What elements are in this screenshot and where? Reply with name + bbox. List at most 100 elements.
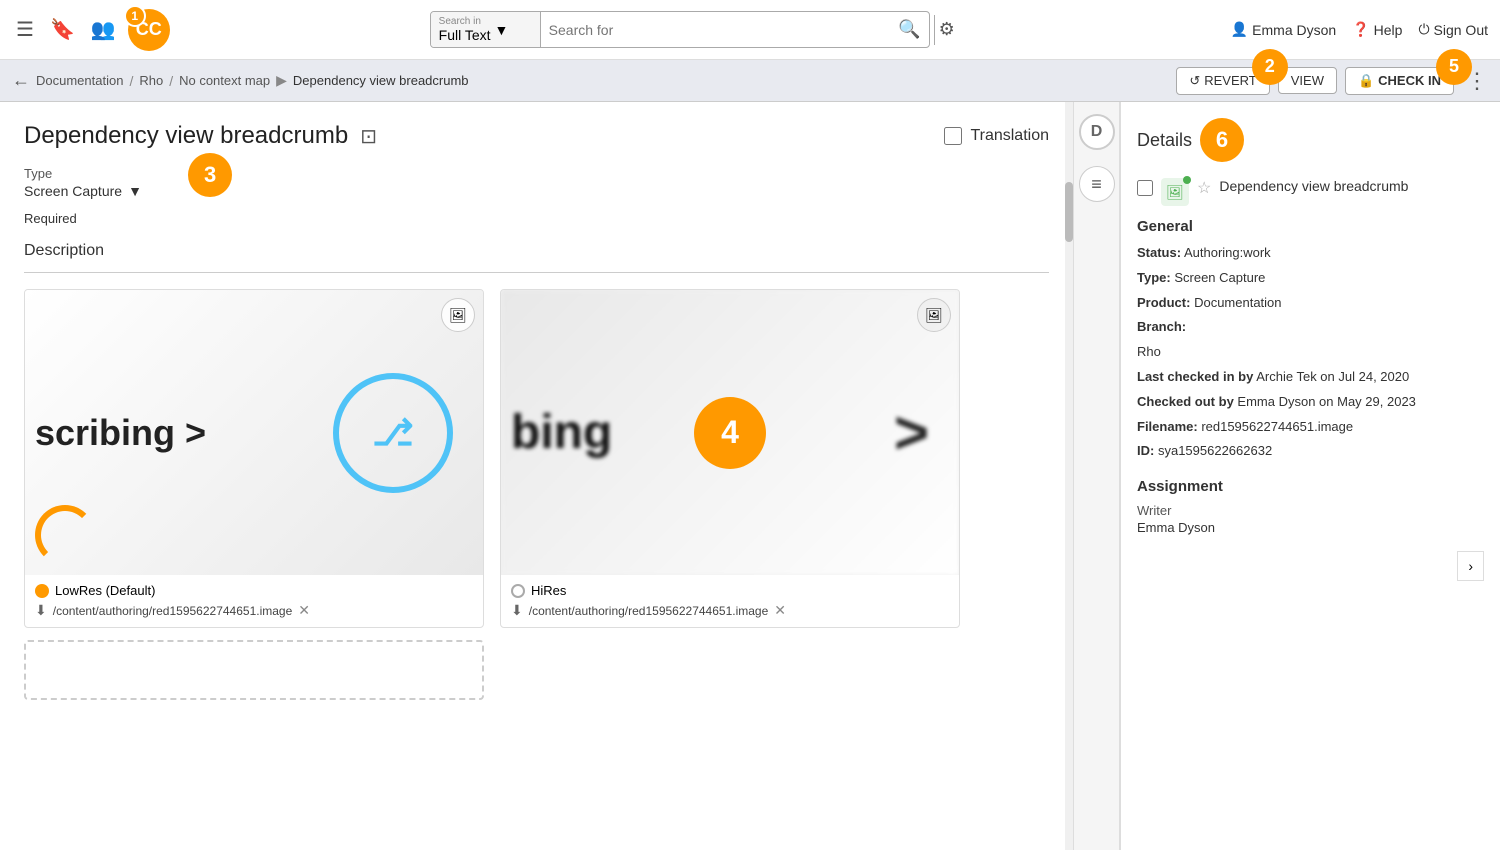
- id-line: ID: sya1595622662632: [1137, 441, 1484, 462]
- list-panel-icon[interactable]: ≡: [1079, 166, 1115, 202]
- required-label: Required: [24, 211, 1049, 226]
- search-icon[interactable]: 🔍: [890, 19, 928, 40]
- help-button[interactable]: ❓ Help: [1352, 21, 1402, 38]
- lock-icon: 🔒: [1358, 73, 1374, 89]
- image-action-btn-1[interactable]: 🖼: [441, 298, 475, 332]
- details-item-row: 🖼 ☆ Dependency view breadcrumb: [1137, 178, 1484, 206]
- arrow-right-icon: >: [894, 398, 929, 467]
- resolution-label-2: HiRes: [531, 583, 566, 598]
- img1-text: scribing >: [35, 412, 206, 454]
- delete-icon-1[interactable]: ✕: [298, 602, 310, 619]
- radio-row-1: LowRes (Default): [35, 583, 473, 598]
- d-panel-icon[interactable]: D: [1079, 114, 1115, 150]
- help-label: Help: [1374, 22, 1403, 38]
- image-preview-2: bing > 🖼 4: [501, 290, 959, 575]
- more-options-icon[interactable]: ⋮: [1466, 68, 1488, 94]
- file-path-2: /content/authoring/red1595622744651.imag…: [529, 604, 769, 618]
- breadcrumb-sep2: /: [169, 73, 173, 89]
- scroll-bar: [1065, 102, 1073, 850]
- assignment-name: Emma Dyson: [1137, 520, 1484, 535]
- image-card-1: scribing > ⎇ 🖼 LowRes (Default): [24, 289, 484, 628]
- id-value: sya1595622662632: [1158, 443, 1272, 458]
- details-item-checkbox[interactable]: [1137, 180, 1153, 196]
- star-icon[interactable]: ☆: [1197, 178, 1211, 198]
- radio-selected-1[interactable]: [35, 584, 49, 598]
- type-value[interactable]: Screen Capture ▼ 3: [24, 183, 1049, 199]
- assignment-section: Assignment Writer Emma Dyson: [1137, 478, 1484, 535]
- filter-icon[interactable]: ⚙: [939, 19, 955, 40]
- type-dropdown-wrap: ▼ 3: [128, 183, 142, 199]
- type-field-label: Type: [24, 166, 1049, 181]
- breadcrumb-sep1: /: [129, 73, 133, 89]
- split-view-icon[interactable]: ⊡: [360, 124, 377, 149]
- translation-row: Translation: [944, 127, 1049, 145]
- product-value: Documentation: [1194, 295, 1281, 310]
- details-item-name: Dependency view breadcrumb: [1219, 178, 1408, 194]
- revert-label: REVERT: [1204, 73, 1257, 88]
- type-dropdown-icon[interactable]: ▼: [128, 183, 142, 199]
- images-row: scribing > ⎇ 🖼 LowRes (Default): [24, 289, 1049, 628]
- type-detail-value: Screen Capture: [1174, 270, 1265, 285]
- badge-6: 6: [1200, 118, 1244, 162]
- badge-1: 1: [124, 5, 146, 27]
- branch-label: Branch:: [1137, 319, 1186, 334]
- add-image-box[interactable]: [24, 640, 484, 700]
- type-text: Screen Capture: [24, 183, 122, 199]
- description-section-title: Description: [24, 242, 1049, 260]
- help-icon: ❓: [1352, 21, 1369, 38]
- image-icon-1: 🖼: [449, 307, 467, 324]
- last-checked-line: Last checked in by Archie Tek on Jul 24,…: [1137, 367, 1484, 388]
- filename-value: red1595622744651.image: [1201, 419, 1353, 434]
- file-path-1: /content/authoring/red1595622744651.imag…: [53, 604, 293, 618]
- people-icon[interactable]: 👥: [87, 13, 120, 46]
- orange-arc: [35, 505, 95, 565]
- bookmark-icon[interactable]: 🔖: [46, 13, 79, 46]
- page-title: Dependency view breadcrumb: [24, 122, 348, 150]
- breadcrumb-arrow: ▶: [276, 72, 287, 89]
- menu-icon[interactable]: ☰: [12, 13, 38, 46]
- breadcrumb-doc[interactable]: Documentation: [36, 73, 123, 88]
- checked-out-line: Checked out by Emma Dyson on May 29, 202…: [1137, 392, 1484, 413]
- checkin-button[interactable]: 🔒 CHECK IN: [1345, 67, 1454, 95]
- image-action-btn-2[interactable]: 🖼: [917, 298, 951, 332]
- translation-checkbox[interactable]: [944, 127, 962, 145]
- required-field-row: Required: [24, 211, 1049, 226]
- image-caption-2: HiRes ⬇ /content/authoring/red1595622744…: [501, 575, 959, 627]
- search-type-select[interactable]: Search in Full Text ▼: [431, 12, 541, 47]
- branch-line: Branch:: [1137, 317, 1484, 338]
- sign-out-button[interactable]: ⏻ Sign Out: [1418, 21, 1488, 38]
- revert-button[interactable]: ↺ REVERT: [1176, 67, 1269, 95]
- user-icon: 👤: [1231, 21, 1248, 38]
- nav-right: 👤 Emma Dyson ❓ Help ⏻ Sign Out: [1231, 21, 1488, 38]
- product-label: Product:: [1137, 295, 1190, 310]
- search-input[interactable]: [541, 14, 891, 46]
- type-field-row: Type Screen Capture ▼ 3: [24, 166, 1049, 199]
- general-section: General Status: Authoring:work Type: Scr…: [1137, 218, 1484, 462]
- side-panel: D ≡: [1074, 102, 1120, 850]
- view-label: VIEW: [1291, 73, 1324, 88]
- user-info[interactable]: 👤 Emma Dyson: [1231, 21, 1336, 38]
- logo-circle[interactable]: CC 1: [128, 9, 170, 51]
- expand-button[interactable]: ›: [1457, 551, 1484, 581]
- radio-unselected-2[interactable]: [511, 584, 525, 598]
- filename-label: Filename:: [1137, 419, 1198, 434]
- right-panel: Details 6 🖼 ☆ Dependency view breadcrumb…: [1120, 102, 1500, 850]
- back-button[interactable]: ←: [12, 70, 30, 91]
- details-header: Details 6: [1137, 118, 1484, 162]
- breadcrumb-nomap[interactable]: No context map: [179, 73, 270, 88]
- download-icon-2[interactable]: ⬇: [511, 602, 523, 619]
- top-nav: ☰ 🔖 👥 CC 1 Search in Full Text ▼ 🔍 ⚙ 👤 E…: [0, 0, 1500, 60]
- image-icon-2: 🖼: [925, 307, 943, 324]
- checkin-btn-wrap: 🔒 CHECK IN 5: [1345, 67, 1454, 95]
- breadcrumb-rho[interactable]: Rho: [139, 73, 163, 88]
- id-label: ID:: [1137, 443, 1154, 458]
- img2-text: bing: [511, 405, 612, 460]
- page-title-row: Dependency view breadcrumb ⊡ Translation: [24, 122, 1049, 150]
- scroll-thumb: [1065, 182, 1073, 242]
- view-button[interactable]: VIEW: [1278, 67, 1337, 94]
- download-icon-1[interactable]: ⬇: [35, 602, 47, 619]
- delete-icon-2[interactable]: ✕: [774, 602, 786, 619]
- img1-circle: ⎇: [333, 373, 453, 493]
- image-mock-2: bing >: [501, 290, 959, 575]
- product-line: Product: Documentation: [1137, 293, 1484, 314]
